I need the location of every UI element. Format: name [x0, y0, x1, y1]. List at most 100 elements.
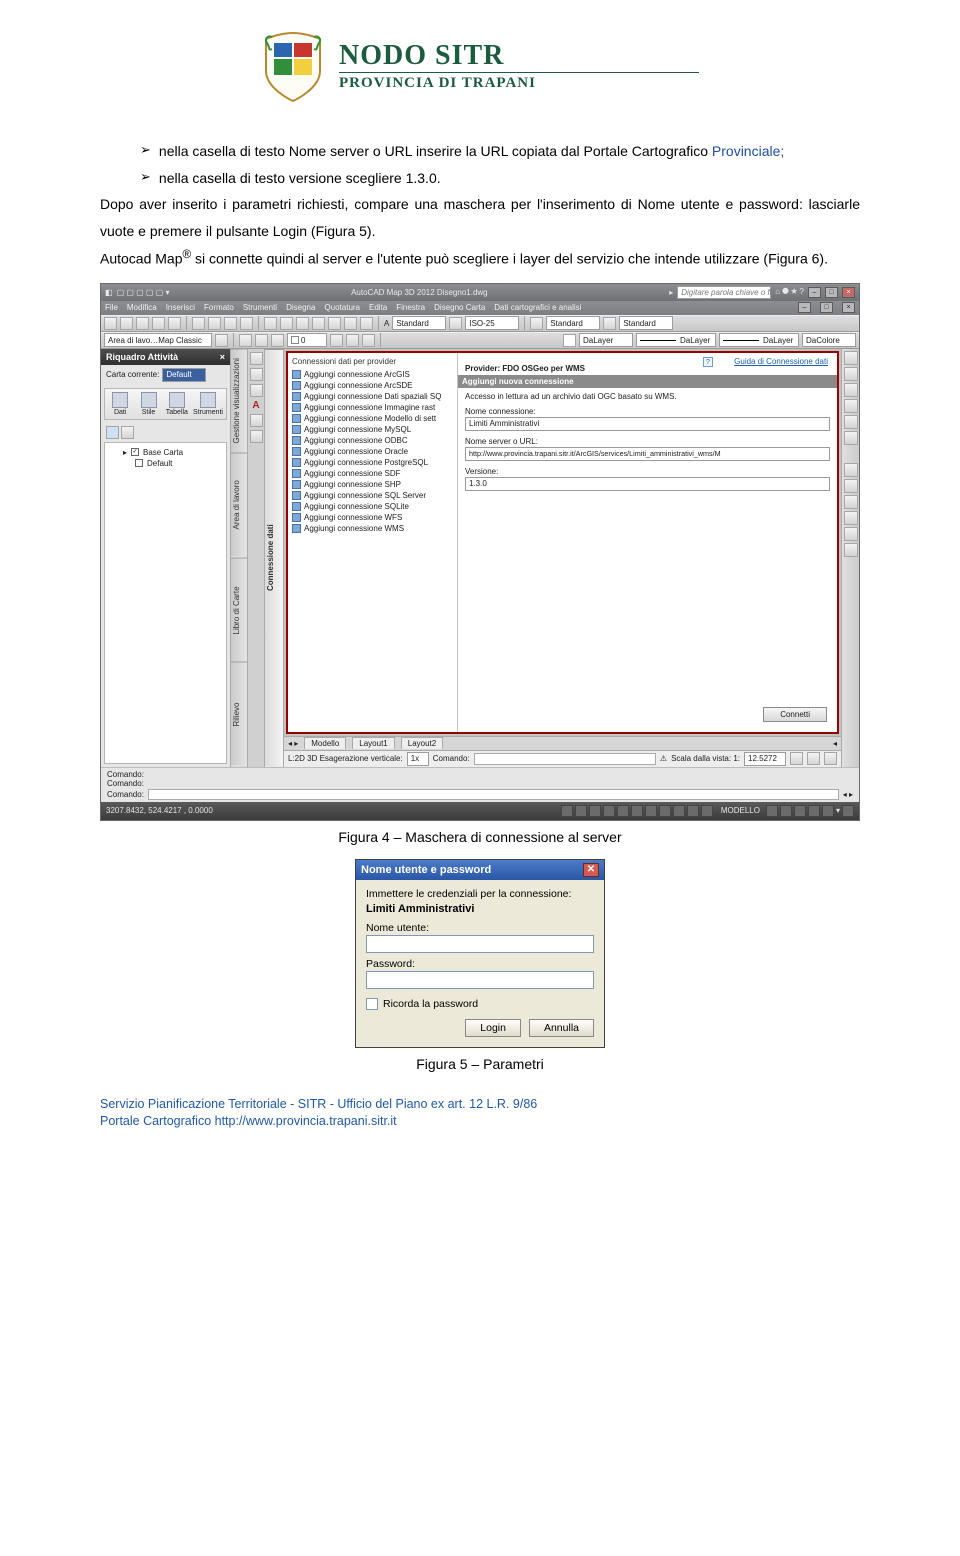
- menu-item[interactable]: Disegna: [286, 303, 315, 312]
- tb-btn[interactable]: [215, 334, 228, 347]
- model-indicator[interactable]: MODELLO: [717, 806, 764, 815]
- layer-select[interactable]: 0: [287, 333, 327, 347]
- tb-btn[interactable]: [344, 317, 357, 330]
- menu-item[interactable]: Inserisci: [166, 303, 195, 312]
- input-password[interactable]: [366, 971, 594, 989]
- tb-btn[interactable]: [120, 317, 133, 330]
- tb-btn[interactable]: [790, 752, 803, 765]
- dacolore-select[interactable]: DaColore: [802, 333, 856, 347]
- doc-close[interactable]: ×: [842, 302, 855, 313]
- scala-value[interactable]: 12.5272: [744, 752, 786, 766]
- rt-btn[interactable]: [844, 543, 858, 557]
- menu-item[interactable]: Formato: [204, 303, 234, 312]
- conn-item[interactable]: Aggiungi connessione ArcGIS: [292, 369, 453, 380]
- sb-btn[interactable]: [603, 805, 615, 817]
- conn-item[interactable]: Aggiungi connessione ArcSDE: [292, 380, 453, 391]
- rt-btn[interactable]: [844, 527, 858, 541]
- tb-btn[interactable]: [271, 334, 284, 347]
- ic-btn[interactable]: [250, 430, 263, 443]
- conn-item[interactable]: Aggiungi connessione PostgreSQL: [292, 457, 453, 468]
- help-search-input[interactable]: Digitare parola chiave o frase: [677, 286, 771, 299]
- rt-btn[interactable]: [844, 383, 858, 397]
- login-close-button[interactable]: ✕: [583, 863, 599, 877]
- ese-select[interactable]: 1x: [407, 752, 429, 766]
- lweight-select[interactable]: DaLayer: [719, 333, 799, 347]
- vtab-connessione-dati[interactable]: Connessione dati: [265, 349, 283, 767]
- tb-btn[interactable]: [239, 334, 252, 347]
- sb-btn[interactable]: [842, 805, 854, 817]
- sb-btn[interactable]: [617, 805, 629, 817]
- login-button[interactable]: Login: [465, 1019, 521, 1037]
- tb-btn[interactable]: [104, 317, 117, 330]
- dimstyle-select[interactable]: ISO-25: [465, 316, 519, 330]
- tb-btn[interactable]: [824, 752, 837, 765]
- vtab-area[interactable]: Area di lavoro: [231, 453, 247, 558]
- menu-item[interactable]: Strumenti: [243, 303, 277, 312]
- tab-model[interactable]: Modello: [304, 737, 346, 749]
- tree-basecarta[interactable]: ▸✓Base Carta: [109, 447, 222, 458]
- tb-btn[interactable]: [264, 317, 277, 330]
- maximize-button[interactable]: □: [825, 287, 838, 298]
- rt-btn[interactable]: [844, 415, 858, 429]
- tab-tabella[interactable]: Tabella: [165, 392, 189, 416]
- tb-btn[interactable]: [449, 317, 462, 330]
- conn-item[interactable]: Aggiungi connessione SDF: [292, 468, 453, 479]
- conn-item[interactable]: Aggiungi connessione Modello di sett: [292, 413, 453, 424]
- menu-item[interactable]: File: [105, 303, 118, 312]
- tab-stile[interactable]: Stile: [136, 392, 160, 416]
- remember-checkbox[interactable]: [366, 998, 378, 1010]
- conn-item[interactable]: Aggiungi connessione Dati spaziali SQ: [292, 391, 453, 402]
- conn-item[interactable]: Aggiungi connessione SQL Server: [292, 490, 453, 501]
- tb-btn[interactable]: [208, 317, 221, 330]
- conn-item[interactable]: Aggiungi connessione Immagine rast: [292, 402, 453, 413]
- connetti-button[interactable]: Connetti: [763, 707, 827, 722]
- sb-btn[interactable]: [687, 805, 699, 817]
- sb-btn[interactable]: [794, 805, 806, 817]
- tb-btn[interactable]: [360, 317, 373, 330]
- tb-btn[interactable]: [152, 317, 165, 330]
- tree-default[interactable]: Default: [109, 458, 222, 469]
- input-nome-url[interactable]: http://www.provincia.trapani.sitr.it/Arc…: [465, 447, 830, 461]
- input-nome-connessione[interactable]: Limiti Amministrativi: [465, 417, 830, 431]
- tab-layout2[interactable]: Layout2: [401, 737, 443, 749]
- conn-item[interactable]: Aggiungi connessione ODBC: [292, 435, 453, 446]
- tab-strumenti[interactable]: Strumenti: [193, 392, 223, 416]
- ic-btn[interactable]: [250, 368, 263, 381]
- sb-btn[interactable]: [561, 805, 573, 817]
- sb-btn[interactable]: [822, 805, 834, 817]
- rt-btn[interactable]: [844, 479, 858, 493]
- menu-item[interactable]: Disegno Carta: [434, 303, 485, 312]
- tb-btn[interactable]: [328, 317, 341, 330]
- sb-btn[interactable]: [575, 805, 587, 817]
- sb-btn[interactable]: [673, 805, 685, 817]
- vtab-libro[interactable]: Libro di Carte: [231, 558, 247, 663]
- rt-btn[interactable]: [844, 463, 858, 477]
- vtab-rilievo[interactable]: Rilievo: [231, 662, 247, 767]
- rt-btn[interactable]: [844, 495, 858, 509]
- tab-layout1[interactable]: Layout1: [352, 737, 394, 749]
- ic-btn[interactable]: [250, 414, 263, 427]
- style-select[interactable]: Standard: [392, 316, 446, 330]
- std-select-2[interactable]: Standard: [546, 316, 600, 330]
- menu-item[interactable]: Quotatura: [324, 303, 360, 312]
- sb-btn[interactable]: [589, 805, 601, 817]
- tb-btn[interactable]: [330, 334, 343, 347]
- view-btn[interactable]: [121, 426, 134, 439]
- tb-btn[interactable]: [136, 317, 149, 330]
- rt-btn[interactable]: [844, 399, 858, 413]
- rt-btn[interactable]: [844, 351, 858, 365]
- ltype-select[interactable]: DaLayer: [636, 333, 716, 347]
- tb-btn[interactable]: [603, 317, 616, 330]
- rt-btn[interactable]: [844, 511, 858, 525]
- rt-btn[interactable]: [844, 367, 858, 381]
- conn-item[interactable]: Aggiungi connessione Oracle: [292, 446, 453, 457]
- tb-btn[interactable]: [240, 317, 253, 330]
- tb-btn[interactable]: [296, 317, 309, 330]
- doc-maximize[interactable]: □: [820, 302, 833, 313]
- sb-btn[interactable]: [659, 805, 671, 817]
- menu-item[interactable]: Edita: [369, 303, 387, 312]
- letter-a-icon[interactable]: A: [252, 400, 259, 411]
- carta-corrente-select[interactable]: Default: [162, 368, 206, 382]
- menu-item[interactable]: Modifica: [127, 303, 157, 312]
- ic-btn[interactable]: [250, 352, 263, 365]
